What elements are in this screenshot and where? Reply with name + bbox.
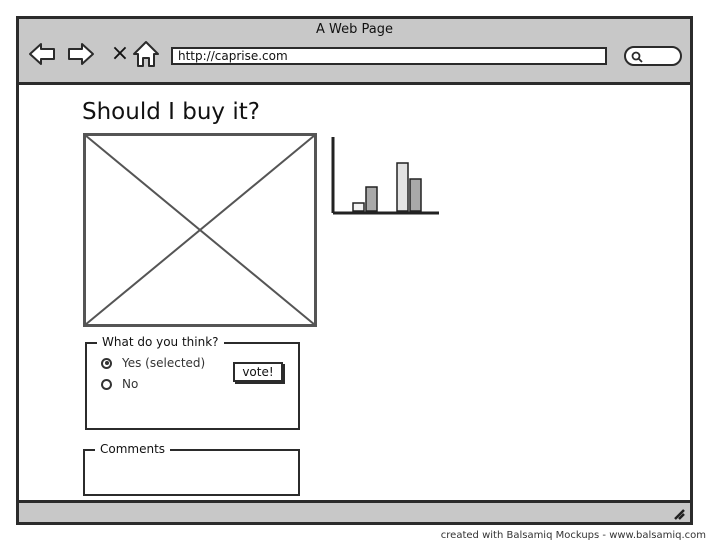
- back-button[interactable]: [27, 39, 57, 69]
- comments-legend: Comments: [95, 442, 171, 456]
- search-box[interactable]: [624, 46, 682, 66]
- radio-label-yes: Yes (selected): [122, 356, 206, 370]
- radio-button-selected[interactable]: [101, 357, 112, 369]
- search-icon: [630, 50, 644, 64]
- browser-toolbar: A Web Page × http://caprise.com: [19, 19, 690, 85]
- comments-group[interactable]: Comments: [83, 442, 300, 496]
- browser-window: A Web Page × http://caprise.com Should I…: [16, 16, 693, 525]
- forward-button[interactable]: [66, 39, 96, 69]
- home-button[interactable]: [131, 39, 161, 69]
- poll-group: What do you think? Yes (selected) No vot…: [85, 335, 300, 430]
- resize-grip-icon[interactable]: [670, 505, 686, 521]
- poll-legend: What do you think?: [97, 335, 224, 349]
- close-icon: ×: [110, 41, 130, 66]
- bar-chart: [331, 135, 443, 217]
- vote-button[interactable]: vote!: [233, 362, 283, 382]
- footer-credit: created with Balsamiq Mockups - www.bals…: [440, 530, 706, 541]
- status-bar: [19, 500, 690, 522]
- chart-bar: [409, 178, 422, 212]
- chart-bar: [396, 162, 409, 212]
- chart-bar: [365, 186, 378, 212]
- back-arrow-icon: [29, 43, 55, 65]
- radio-option-no[interactable]: No: [101, 375, 138, 393]
- radio-button[interactable]: [101, 378, 112, 390]
- chart-bar: [352, 202, 365, 212]
- radio-option-yes[interactable]: Yes (selected): [101, 354, 205, 372]
- window-title: A Web Page: [316, 22, 393, 37]
- address-bar[interactable]: http://caprise.com: [171, 47, 607, 65]
- page-title: Should I buy it?: [82, 99, 260, 125]
- radio-label-no: No: [122, 377, 139, 391]
- stop-button[interactable]: ×: [109, 39, 131, 69]
- product-image-placeholder: [83, 133, 317, 327]
- forward-arrow-icon: [68, 43, 94, 65]
- home-icon: [133, 41, 159, 67]
